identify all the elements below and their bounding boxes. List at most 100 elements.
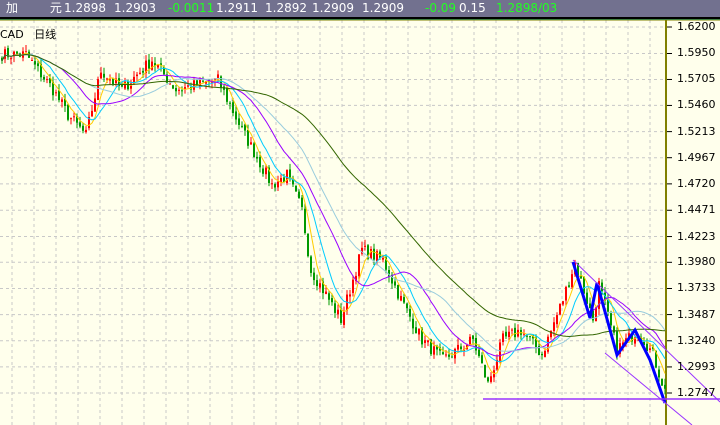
candle-down — [613, 326, 615, 333]
candle-up — [46, 79, 48, 81]
candle-down — [43, 76, 45, 80]
price-tick-label: 1.4223 — [677, 229, 716, 243]
candle-up — [250, 142, 252, 145]
candle-up — [427, 340, 429, 343]
candle-down — [253, 143, 255, 158]
candle-up — [553, 322, 555, 331]
price-tick-label: 1.5460 — [677, 98, 716, 112]
candle-down — [373, 248, 375, 260]
quote-value: 0.15 — [459, 1, 486, 15]
candle-up — [649, 348, 651, 350]
candle-up — [106, 78, 108, 80]
candle-up — [61, 99, 63, 102]
candle-up — [10, 58, 12, 60]
candle-up — [70, 118, 72, 120]
candle-up — [418, 328, 420, 335]
price-tick-label: 1.2747 — [677, 386, 716, 399]
candle-up — [94, 98, 96, 112]
quote-bar: 加 元 1.2898 1.2903 -0.0011 1.2911 1.2892 1.290… — [0, 0, 720, 19]
price-tick-label: 1.4720 — [677, 176, 716, 190]
candle-down — [181, 90, 183, 92]
candle-up — [556, 315, 558, 325]
candle-up — [565, 286, 567, 301]
candle-up — [109, 79, 111, 81]
candle-down — [412, 318, 414, 329]
candle-down — [460, 346, 462, 350]
candle-down — [448, 354, 450, 357]
candle-up — [97, 79, 99, 100]
candle-up — [337, 309, 339, 315]
candle-down — [334, 303, 336, 313]
candle-down — [235, 111, 237, 120]
candle-down — [58, 90, 60, 101]
candle-down — [259, 157, 261, 168]
price-tick-label: 1.4967 — [677, 150, 716, 164]
candle-down — [658, 369, 660, 378]
candle-up — [382, 257, 384, 260]
candle-down — [175, 88, 177, 92]
price-tick-label: 1.2993 — [677, 359, 716, 373]
candle-down — [142, 70, 144, 73]
candle-down — [514, 327, 516, 338]
candle-down — [328, 293, 330, 300]
candle-down — [274, 184, 276, 188]
candle-up — [469, 336, 471, 345]
quote-value: 1.2909 — [312, 1, 354, 15]
candle-down — [481, 355, 483, 364]
candle-down — [262, 168, 264, 174]
candle-up — [178, 89, 180, 91]
candle-up — [511, 329, 513, 331]
candle-up — [544, 350, 546, 357]
candle-down — [298, 191, 300, 199]
price-tick-label: 1.5950 — [677, 46, 716, 60]
symbol-code: CAD — [0, 28, 24, 41]
candle-down — [394, 281, 396, 286]
candle-up — [457, 344, 459, 350]
candle-down — [103, 73, 105, 78]
candle-down — [229, 102, 231, 104]
chart-symbol-label: CAD 日线 — [0, 26, 56, 42]
candle-down — [505, 331, 507, 337]
candle-down — [304, 208, 306, 234]
candle-down — [415, 327, 417, 334]
candle-up — [343, 311, 345, 325]
quote-value: 1.2911 — [216, 1, 258, 15]
ma10-line — [1, 53, 666, 363]
candle-up — [187, 85, 189, 87]
candle-down — [82, 125, 84, 131]
quote-value: 1.2898/03 — [496, 1, 558, 15]
candle-down — [340, 309, 342, 323]
candle-down — [661, 378, 663, 386]
candle-down — [664, 384, 666, 389]
candle-up — [139, 72, 141, 74]
price-chart[interactable] — [0, 0, 720, 425]
quote-value: 1.2898 — [64, 1, 106, 15]
candle-up — [55, 92, 57, 94]
price-tick-label: 1.3487 — [677, 307, 716, 321]
candle-up — [91, 110, 93, 117]
candle-up — [352, 279, 354, 293]
candle-down — [289, 169, 291, 178]
candle-up — [559, 304, 561, 315]
candle-down — [403, 297, 405, 303]
candle-down — [442, 352, 444, 355]
candle-down — [409, 309, 411, 317]
candle-down — [541, 353, 543, 356]
candle-down — [397, 284, 399, 299]
candle-up — [562, 301, 564, 305]
candle-down — [148, 59, 150, 69]
candle-down — [472, 335, 474, 339]
candle-down — [238, 118, 240, 125]
quote-value: 1.2909 — [362, 1, 404, 15]
candle-up — [433, 346, 435, 355]
candle-down — [313, 272, 315, 281]
candle-up — [502, 333, 504, 343]
candle-down — [316, 280, 318, 287]
price-tick-label: 1.5213 — [677, 124, 716, 138]
candle-up — [319, 283, 321, 288]
candle-up — [136, 74, 138, 77]
candle-up — [424, 340, 426, 343]
candle-down — [301, 197, 303, 208]
candle-down — [307, 233, 309, 257]
price-tick-label: 1.5705 — [677, 72, 716, 86]
